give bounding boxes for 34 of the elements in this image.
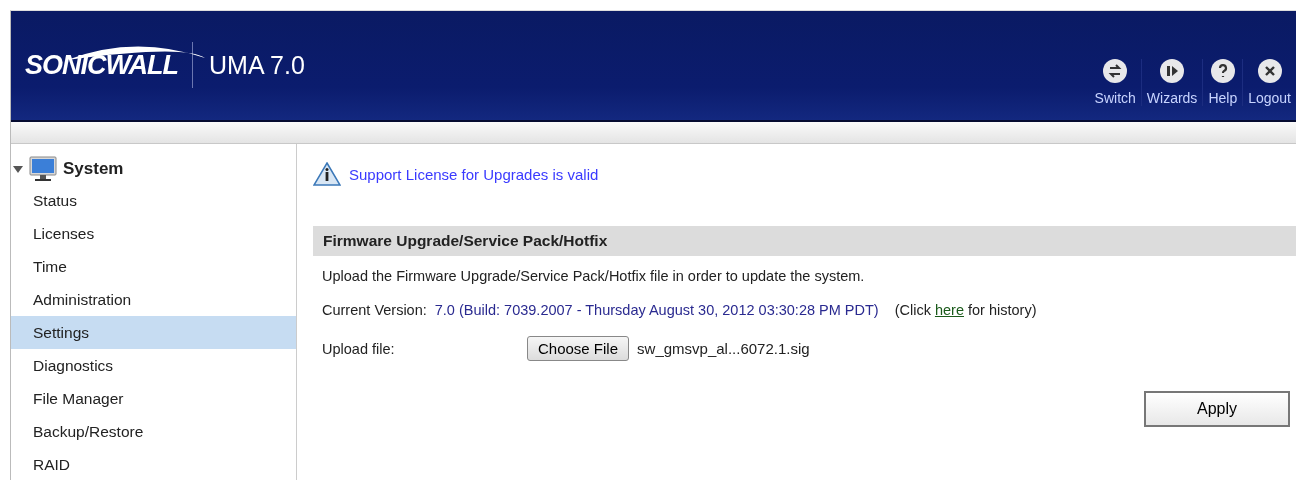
group-label[interactable]: System xyxy=(63,159,124,179)
nav-item[interactable]: File Manager xyxy=(11,382,296,415)
play-icon xyxy=(1160,58,1185,83)
description-text: Upload the Firmware Upgrade/Service Pack/Hotfix file in order to update the system. xyxy=(322,268,865,284)
wizards-button[interactable]: Wizards xyxy=(1140,58,1203,106)
caret-icon[interactable] xyxy=(13,164,23,174)
history-text: (Click here for history) xyxy=(894,302,1037,318)
switch-button[interactable]: Switch xyxy=(1089,58,1141,106)
history-link[interactable]: here xyxy=(934,302,964,318)
monitor-icon xyxy=(29,156,57,182)
nav-item[interactable]: Backup/Restore xyxy=(11,415,296,448)
upload-label: Upload file: xyxy=(322,340,396,357)
nav-item[interactable]: Licenses xyxy=(11,217,296,250)
nav-item[interactable]: Administration xyxy=(11,283,296,316)
nav-item[interactable]: Diagnostics xyxy=(11,349,296,382)
file-name: sw_gmsvp_al...6072.1.sig xyxy=(637,340,810,357)
nav-item[interactable]: Status xyxy=(11,184,296,217)
logout-button[interactable]: Logout xyxy=(1242,58,1296,106)
nav-item[interactable]: Settings xyxy=(11,316,296,349)
version-value: 7.0 (Build: 7039.2007 - Thursday August 30, 2012 03:30:28 PM PDT) xyxy=(434,302,879,318)
version-label: Current Version: xyxy=(322,302,427,318)
arrows-icon xyxy=(1103,58,1128,83)
choose-file-button[interactable]: Choose File xyxy=(527,336,630,361)
section-title: Firmware Upgrade/Service Pack/Hotfix xyxy=(313,226,1296,256)
close-icon xyxy=(1257,58,1282,83)
warning-icon xyxy=(313,162,341,186)
apply-button[interactable]: Apply xyxy=(1144,391,1290,427)
logo: SONICWALL xyxy=(25,49,178,81)
notice-text: Support License for Upgrades is valid xyxy=(349,165,599,183)
product-title: UMA 7.0 xyxy=(209,50,305,80)
nav-item[interactable]: RAID xyxy=(11,448,296,480)
help-icon xyxy=(1210,58,1235,83)
nav-item[interactable]: Time xyxy=(11,250,296,283)
help-button[interactable]: Help xyxy=(1202,58,1243,106)
